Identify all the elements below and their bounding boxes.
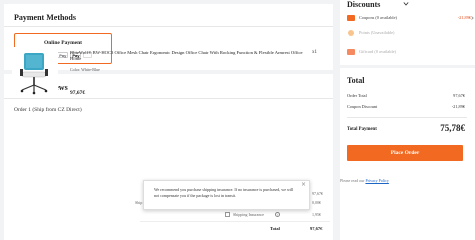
total-panel: Total Order Total 97,67€ Coupon Discount… (340, 68, 475, 240)
giftcard-icon (347, 49, 355, 55)
total-title: Total (347, 76, 365, 85)
discounts-title: Discounts (347, 0, 381, 9)
coupon-icon (347, 15, 355, 21)
order-total-summary-label: Order Total (347, 93, 367, 98)
product-color: Color: White-Blue (70, 67, 100, 72)
insurance-label: Shipping Insurance (233, 212, 264, 217)
total-payment-label: Total Payment (347, 127, 377, 132)
order-total-label: Total (270, 226, 280, 231)
chevron-down-icon[interactable] (403, 0, 409, 8)
coupons-label[interactable]: Coupons (0 available) (359, 15, 397, 20)
close-icon[interactable]: × (301, 182, 306, 188)
online-payment-label: Online Payment (43, 40, 83, 46)
payment-methods-title: Payment Methods (14, 13, 76, 22)
product-title[interactable]: BlitzWolf® BW-HOC3 Office Mesh Chair Erg… (70, 50, 305, 62)
product-image[interactable] (12, 47, 58, 95)
tooltip-text: We recommend you purchase shipping insur… (154, 187, 294, 198)
insurance-checkbox[interactable] (225, 212, 230, 217)
policy-notice: Please read our Privacy Policy (340, 178, 389, 183)
divider (4, 26, 333, 27)
coupon-discount-label: Coupon Discount (347, 104, 378, 109)
order-previews-panel: Order Previews Order 1 (Ship from CZ Dir… (4, 74, 333, 240)
chevron-right-icon[interactable] (471, 16, 474, 20)
discounts-panel: Discounts Coupons (0 available) -21,89€ … (340, 0, 475, 65)
divider (4, 98, 333, 99)
insurance-tooltip: We recommend you purchase shipping insur… (143, 180, 310, 210)
coupons-value: -21,89€ (457, 15, 471, 20)
points-label: Points (Unavailable) (359, 30, 395, 35)
shipping-label: Ship (135, 200, 143, 205)
divider (140, 221, 330, 222)
shipping-value: 0,00€ (312, 200, 321, 205)
coupon-discount-value: -21,89€ (451, 104, 465, 109)
place-order-button[interactable]: Place Order (347, 145, 463, 161)
points-icon (348, 30, 354, 36)
policy-prefix: Please read our (340, 178, 366, 183)
privacy-policy-link[interactable]: Privacy Policy (365, 178, 388, 183)
order-label: Order 1 (Ship from CZ Direct) (14, 107, 82, 113)
subtotal-value: 97,67€ (312, 191, 323, 196)
help-icon[interactable]: ? (275, 211, 280, 217)
product-price: 97,67€ (70, 90, 86, 96)
order-total-summary-value: 97,67€ (453, 93, 465, 98)
order-total-value: 97,67€ (310, 226, 323, 231)
giftcard-label: Giftcard (0 available) (359, 49, 396, 54)
product-quantity: x1 (312, 50, 317, 55)
insurance-value: 1,95€ (312, 212, 321, 217)
divider (347, 117, 467, 118)
total-payment-value: 75,78€ (440, 123, 465, 133)
